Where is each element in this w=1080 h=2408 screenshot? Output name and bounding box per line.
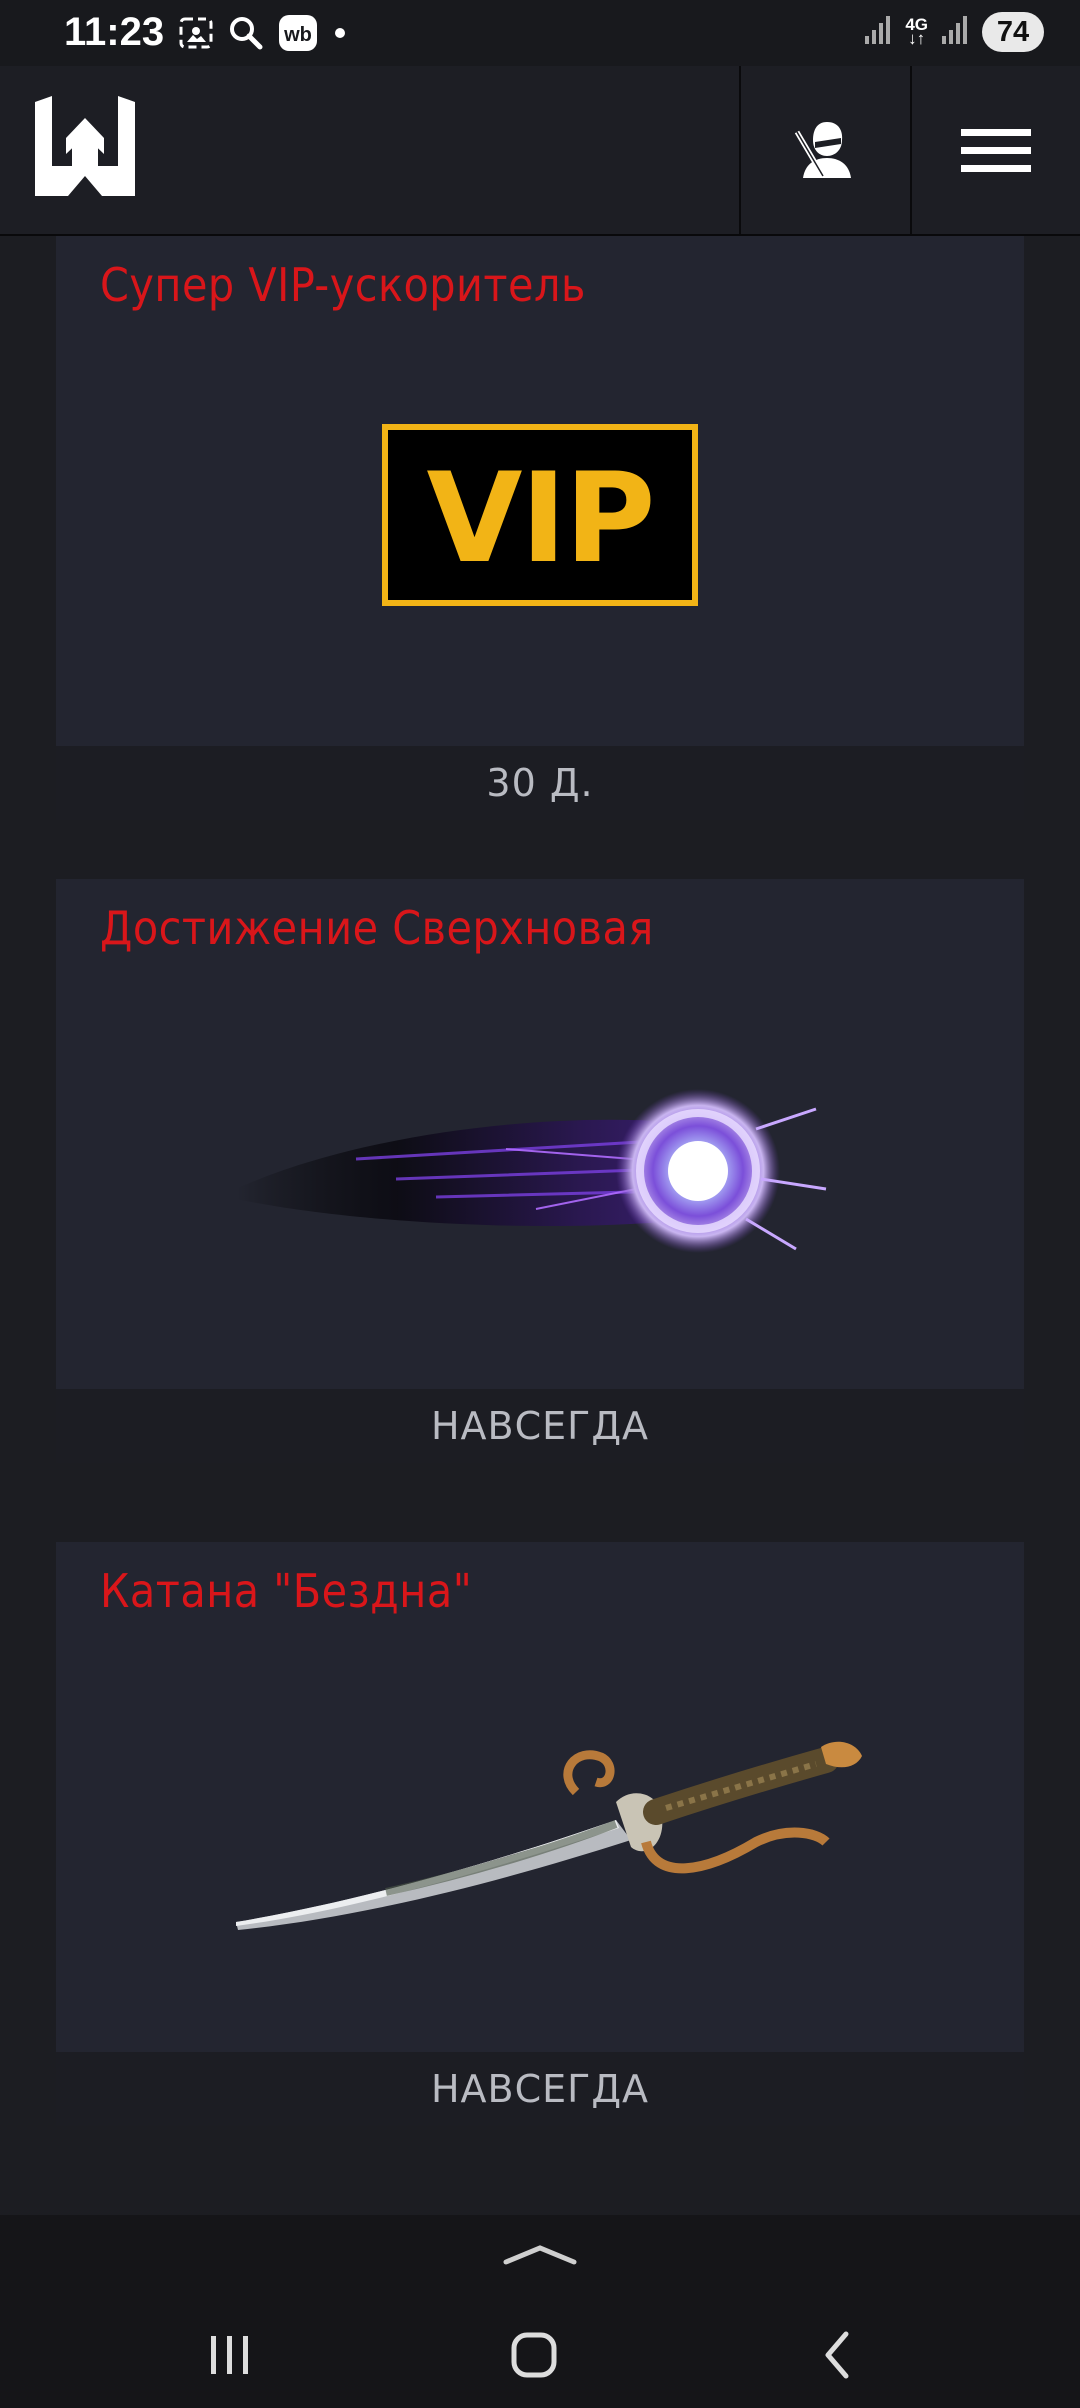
item-duration: НАВСЕГДА <box>56 1389 1024 1463</box>
wildberries-icon: wb <box>278 14 318 56</box>
item-title: Достижение Сверхновая <box>100 901 654 955</box>
vip-badge-image: VIP <box>382 424 698 606</box>
screenshot-icon <box>178 16 214 54</box>
item-card-body: Катана "Бездна" <box>56 1542 1024 2052</box>
status-notifications: wb <box>178 14 348 56</box>
system-navigation-bar <box>0 2215 1080 2408</box>
battery-indicator: 74 <box>982 12 1044 52</box>
warface-logo-icon[interactable] <box>30 94 140 204</box>
status-time: 11:23 <box>64 10 165 54</box>
item-title: Супер VIP-ускоритель <box>100 258 586 312</box>
katana-sword-image <box>236 1741 862 1930</box>
app-header <box>0 66 1080 236</box>
hamburger-menu-icon <box>961 118 1031 183</box>
item-card-body: VIP Супер VIP-ускоритель <box>56 236 1024 746</box>
item-duration: 30 Д. <box>56 746 1024 820</box>
signal-icon <box>863 14 893 50</box>
item-card-body: Достижение Сверхновая <box>56 879 1024 1389</box>
dot-icon <box>332 25 348 45</box>
item-card[interactable]: Достижение Сверхновая НАВСЕГДА <box>56 879 1024 1463</box>
status-system: 4G ↓↑ 74 <box>863 12 1044 52</box>
soldier-profile-icon <box>793 118 857 182</box>
chevron-up-icon[interactable] <box>490 2235 590 2275</box>
menu-button[interactable] <box>910 66 1080 234</box>
item-title: Катана "Бездна" <box>100 1564 473 1618</box>
signal-icon-2 <box>940 14 970 50</box>
status-bar: 11:23 wb 4G ↓↑ 74 <box>0 0 1080 66</box>
supernova-emblem-image <box>236 1089 827 1253</box>
recents-icon[interactable] <box>190 2315 270 2395</box>
svg-text:wb: wb <box>283 24 312 46</box>
home-icon[interactable] <box>494 2315 574 2395</box>
item-card[interactable]: VIP Супер VIP-ускоритель 30 Д. <box>56 236 1024 820</box>
item-duration: НАВСЕГДА <box>56 2052 1024 2126</box>
search-icon <box>228 15 264 55</box>
back-icon[interactable] <box>798 2315 878 2395</box>
network-type: 4G ↓↑ <box>905 15 928 48</box>
vip-badge-text: VIP <box>427 447 654 591</box>
profile-button[interactable] <box>739 66 909 234</box>
item-card[interactable]: Катана "Бездна" НАВСЕГДА <box>56 1542 1024 2126</box>
